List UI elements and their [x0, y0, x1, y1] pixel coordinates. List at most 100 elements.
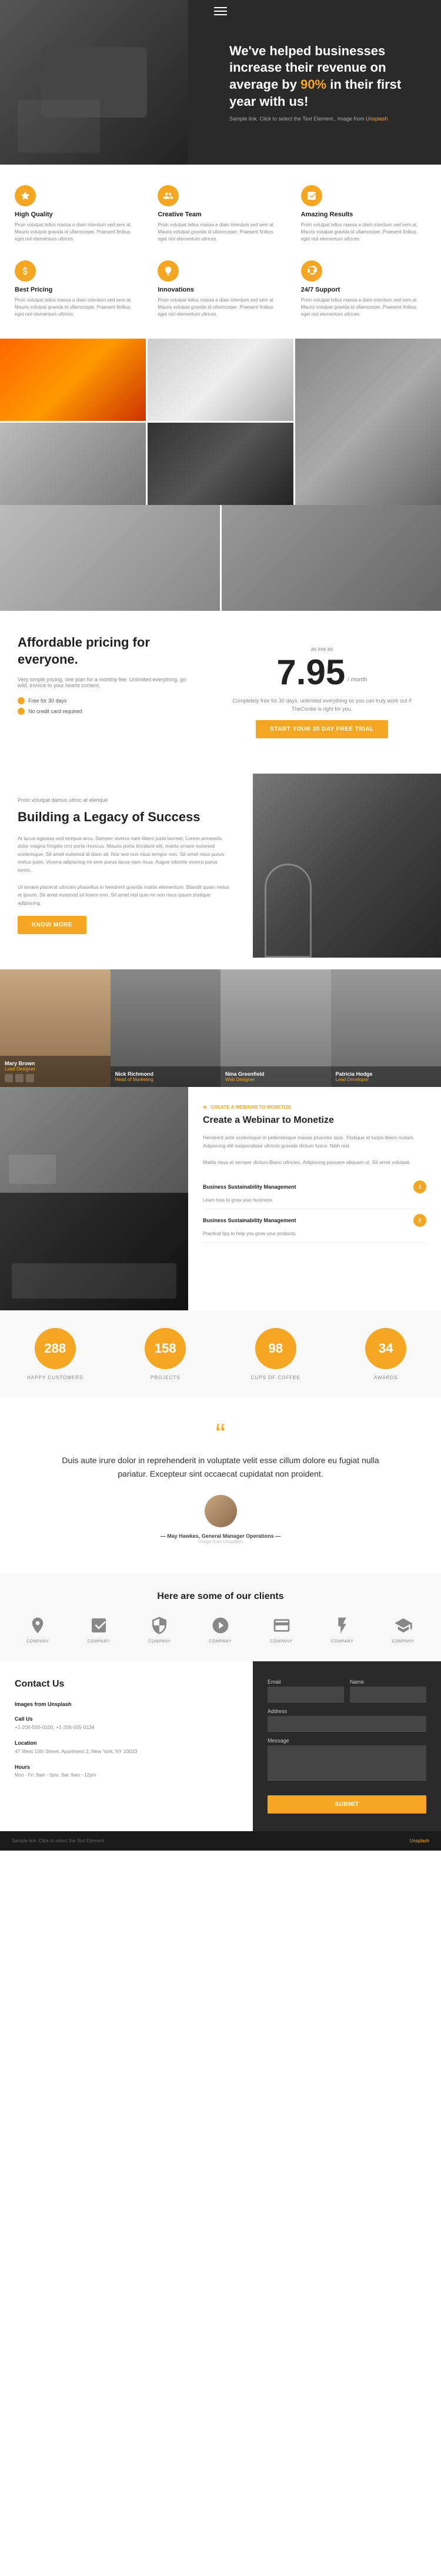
facebook-icon[interactable] — [5, 1074, 13, 1082]
feature-high-quality: High Quality Proin volutpat tellus massa… — [12, 182, 143, 246]
price-desc: Completely free for 30 days, unlimited e… — [232, 697, 412, 713]
accordion-number-2: 2 — [413, 1214, 426, 1227]
accordion-item-2: Business Sustainability Management 2 Pra… — [203, 1209, 426, 1243]
pricing-cta-button[interactable]: Start your 30 day free trial — [256, 720, 387, 738]
contact-left: Contact Us Images from Unsplash Call Us … — [0, 1661, 253, 1831]
pricing-description: Very simple pricing, one plan for a mont… — [18, 677, 197, 688]
team-overlay-1: Mary Brown Lead Designer — [0, 1056, 111, 1087]
hero-caption-link[interactable]: Unsplash — [366, 116, 388, 122]
clients-title: Here are some of our clients — [12, 1591, 429, 1602]
client-logo-1: Company — [26, 1614, 49, 1644]
contact-call: Call Us +1-206-555-0100, +1-206-555-0134 — [15, 1716, 238, 1731]
price-period: / month — [348, 677, 367, 690]
features-section: High Quality Proin volutpat tellus massa… — [0, 165, 441, 339]
client-logo-5: Company — [270, 1614, 293, 1644]
feature-desc-6: Proin volutpat tellus massa a diam inter… — [301, 297, 426, 318]
twitter-icon[interactable] — [15, 1074, 24, 1082]
stat-number-4: 34 — [379, 1341, 393, 1356]
client-icon-3 — [148, 1614, 171, 1637]
stat-label-2: Projects — [122, 1375, 209, 1380]
stat-awards: 34 Awards — [331, 1310, 441, 1398]
feature-creative-team: Creative Team Proin volutpat tellus mass… — [155, 182, 286, 246]
stat-label-3: Cups of Coffee — [232, 1375, 319, 1380]
legacy-image — [253, 774, 441, 958]
clients-grid: Company Company Company Company Company — [12, 1614, 429, 1644]
accordion-item-1: Business Sustainability Management 1 Lea… — [203, 1176, 426, 1209]
team-role-3: Web Designer — [225, 1077, 326, 1082]
client-name-1: Company — [26, 1640, 49, 1644]
arch-decoration — [265, 864, 312, 958]
mosaic-coffee — [0, 423, 146, 505]
check-dot-2 — [18, 708, 25, 715]
team-card-2: Nick Richmond Head of Marketing — [111, 969, 221, 1087]
team-section: Mary Brown Lead Designer Nick Richmond H… — [0, 969, 441, 1087]
name-label: Name — [350, 1679, 426, 1685]
team-name-2: Nick Richmond — [115, 1071, 216, 1077]
testimonial-section: “ Duis aute irure dolor in reprehenderit… — [0, 1398, 441, 1574]
legacy-know-more-button[interactable]: Know More — [18, 916, 86, 934]
stat-circle-4: 34 — [365, 1328, 406, 1369]
webinar-tag: ★ Create a Webinar to Monetize — [203, 1105, 426, 1110]
email-label: Email — [268, 1679, 344, 1685]
feature-amazing-results: Amazing Results Proin volutpat tellus ma… — [298, 182, 429, 246]
accordion-number-1: 1 — [413, 1180, 426, 1193]
pricing-title: Affordable pricing for everyone. — [18, 634, 197, 668]
contact-images-label: Images from Unsplash — [15, 1701, 238, 1707]
creative-team-icon — [158, 185, 179, 206]
legacy-title: Building a Legacy of Success — [18, 809, 229, 826]
social-icons-1 — [5, 1074, 106, 1082]
client-icon-1 — [26, 1614, 49, 1637]
contact-location-label: Location — [15, 1740, 238, 1746]
amazing-results-icon — [301, 185, 322, 206]
hamburger-menu[interactable] — [214, 7, 227, 15]
testimonial-quote: Duis aute irure dolor in reprehenderit i… — [47, 1454, 394, 1480]
form-field-email: Email — [268, 1679, 344, 1702]
price-display: 7.95 / month — [232, 655, 412, 690]
email-input[interactable] — [268, 1687, 344, 1702]
stat-number-2: 158 — [155, 1341, 176, 1356]
form-row-email-name: Email Name — [268, 1679, 426, 1708]
mosaic-fire — [0, 339, 146, 421]
footer-link[interactable]: Unsplash — [410, 1838, 429, 1844]
name-input[interactable] — [350, 1687, 426, 1702]
stat-number-1: 288 — [44, 1341, 66, 1356]
client-icon-5 — [270, 1614, 293, 1637]
feature-title-2: Creative Team — [158, 211, 283, 218]
team-role-4: Lead Developer — [336, 1077, 437, 1082]
contact-title: Contact Us — [15, 1679, 238, 1690]
client-logo-4: Company — [209, 1614, 232, 1644]
innovations-icon — [158, 260, 179, 282]
client-icon-2 — [87, 1614, 111, 1637]
client-icon-4 — [209, 1614, 232, 1637]
team-role-2: Head of Marketing — [115, 1077, 216, 1082]
webinar-img-top — [0, 1087, 188, 1193]
accordion-header-2[interactable]: Business Sustainability Management 2 — [203, 1214, 426, 1227]
linkedin-icon[interactable] — [26, 1074, 34, 1082]
message-label: Message — [268, 1738, 426, 1744]
stat-circle-2: 158 — [145, 1328, 186, 1369]
pricing-left: Affordable pricing for everyone. Very si… — [18, 634, 197, 718]
feature-247-support: 24/7 Support Proin volutpat tellus massa… — [298, 257, 429, 321]
legacy-body2: Ut ornare placerat ultricies phasellus i… — [18, 884, 229, 908]
feature-desc-1: Proin volutpat tellus massa a diam inter… — [15, 222, 140, 243]
feature-title-6: 24/7 Support — [301, 286, 426, 293]
hero-text-block: We've helped businesses increase their r… — [218, 25, 441, 139]
team-card-4: Patricia Hodge Lead Developer — [331, 969, 441, 1087]
message-textarea[interactable] — [268, 1745, 426, 1781]
contact-hours-value: Mon - Fri: 9am - 5pm, Sat: 9am - 12pm — [15, 1772, 238, 1779]
hero-image — [0, 0, 188, 165]
address-input[interactable] — [268, 1716, 426, 1732]
clients-section: Here are some of our clients Company Com… — [0, 1574, 441, 1661]
legacy-body: At lacus egestas sed tempus arcu. Semper… — [18, 835, 229, 875]
stat-label-1: Happy Customers — [12, 1375, 99, 1380]
submit-button[interactable]: Submit — [268, 1795, 426, 1814]
accordion-header-1[interactable]: Business Sustainability Management 1 — [203, 1180, 426, 1193]
stat-circle-3: 98 — [255, 1328, 296, 1369]
accordion-body-1: Learn how to grow your business. — [203, 1197, 426, 1204]
feature-desc-4: Proin volutpat tellus massa a diam inter… — [15, 297, 140, 318]
feature-title-4: Best Pricing — [15, 286, 140, 293]
footer: Sample link. Click to select the Text El… — [0, 1831, 441, 1851]
feature-desc-2: Proin volutpat tellus massa a diam inter… — [158, 222, 283, 243]
webinar-images — [0, 1087, 188, 1310]
hero-caption: Sample link. Click to select the Text El… — [229, 116, 417, 122]
